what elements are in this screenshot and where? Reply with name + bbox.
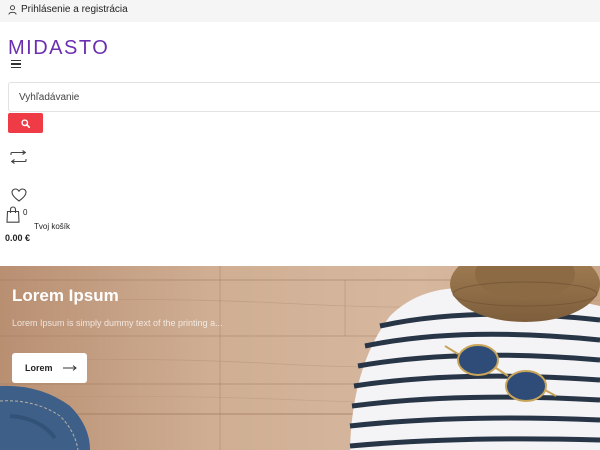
cart-total: 0.00 € xyxy=(5,233,31,243)
page: Prihlásenie a registrácia MIDASTO 0 Tvoj… xyxy=(0,0,600,450)
search-icon xyxy=(21,118,30,128)
hero-cta-button[interactable]: Lorem xyxy=(12,353,87,383)
arrow-right-icon xyxy=(62,365,77,371)
hero-cta-label: Lorem xyxy=(25,363,53,373)
search-input[interactable] xyxy=(8,82,600,112)
user-icon xyxy=(8,4,17,15)
heart-icon[interactable] xyxy=(11,188,27,202)
hamburger-menu-icon[interactable] xyxy=(11,60,21,68)
hero-banner: Lorem Ipsum Lorem Ipsum is simply dummy … xyxy=(0,266,600,450)
hero-subtitle: Lorem Ipsum is simply dummy text of the … xyxy=(12,318,223,328)
shopping-bag-icon[interactable] xyxy=(6,206,20,223)
cart-label[interactable]: Tvoj košík xyxy=(34,222,70,231)
hero-title: Lorem Ipsum xyxy=(12,286,119,305)
login-register-label: Prihlásenie a registrácia xyxy=(21,4,128,15)
cart-count-badge: 0 xyxy=(23,208,28,217)
top-bar: Prihlásenie a registrácia xyxy=(0,0,600,22)
site-logo[interactable]: MIDASTO xyxy=(8,36,109,60)
search-button[interactable] xyxy=(8,113,43,133)
compare-arrows-icon[interactable] xyxy=(10,150,27,164)
login-register-link[interactable]: Prihlásenie a registrácia xyxy=(8,4,128,15)
